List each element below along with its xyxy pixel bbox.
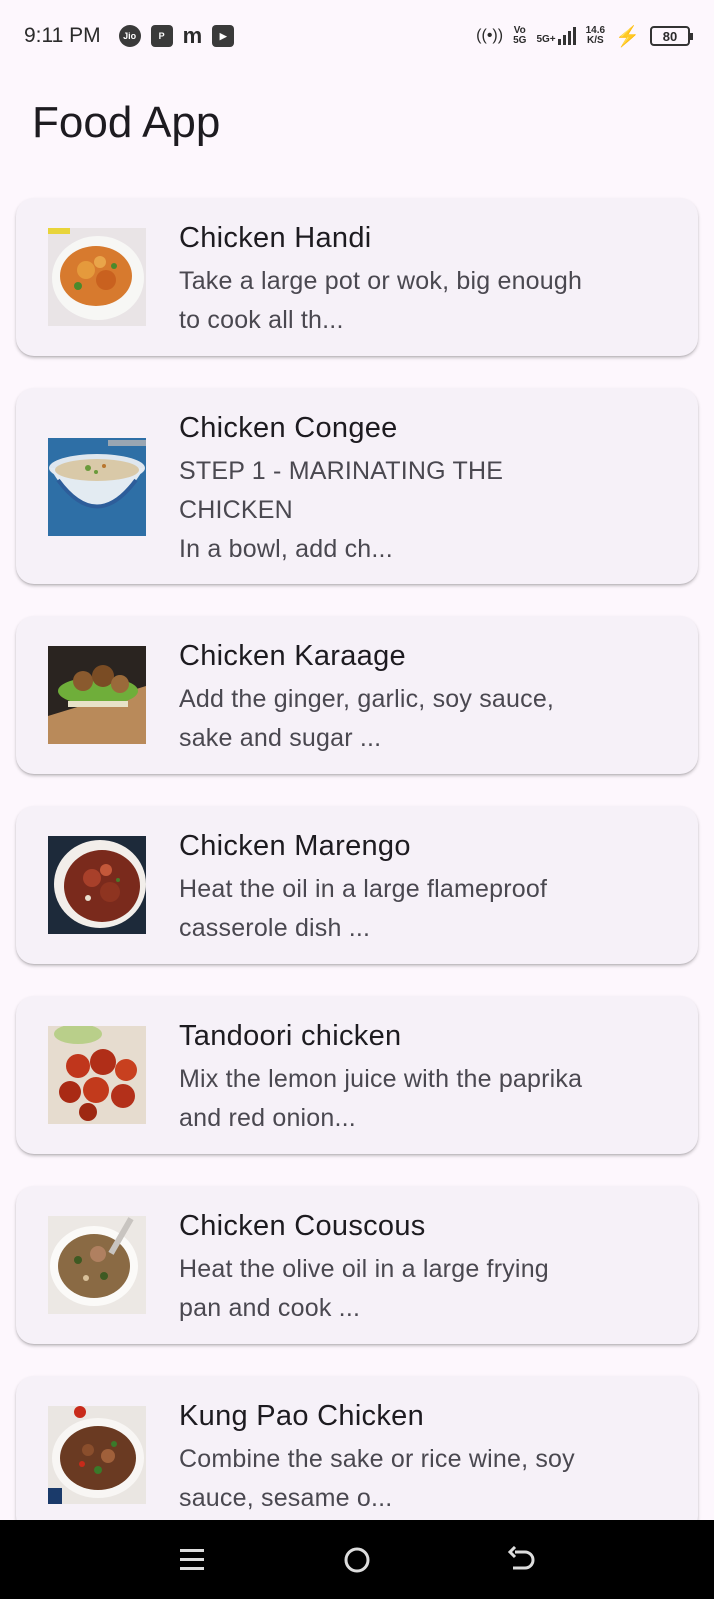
volte-indicator: Vo 5G [513, 26, 526, 46]
speed-unit: K/S [587, 35, 604, 46]
chicken-congee-image [48, 438, 146, 536]
status-right: ((•)) Vo 5G 5G+ 14.6 K/S ⚡ 80 [476, 24, 693, 49]
recipe-name: Kung Pao Chicken [179, 1400, 425, 1432]
recipe-description: Mix the lemon juice with the paprika and… [179, 1065, 583, 1132]
jio-icon: Jio [118, 25, 141, 47]
recipe-name: Chicken Handi [179, 222, 372, 254]
recipe-card[interactable]: Chicken Handi Take a large pot or wok, b… [16, 198, 698, 356]
recipe-description: Heat the olive oil in a large frying pan… [179, 1255, 549, 1322]
recipe-text: Tandoori chicken Mix the lemon juice wit… [179, 1018, 678, 1138]
volte-5g-label: 5G [513, 35, 527, 46]
back-icon[interactable] [502, 1540, 542, 1580]
recipe-description: Heat the oil in a large flameproof casse… [179, 875, 548, 942]
chicken-karaage-image [48, 646, 146, 744]
system-nav-bar [0, 1520, 714, 1599]
paytm-icon: P [150, 25, 173, 47]
recipe-text: Chicken Marengo Heat the oil in a large … [179, 828, 678, 948]
home-icon[interactable] [337, 1540, 377, 1580]
signal-type: 5G+ [536, 34, 556, 45]
signal-bars-icon [557, 27, 576, 45]
recipe-name: Chicken Karaage [179, 640, 406, 672]
recipe-text: Chicken Handi Take a large pot or wok, b… [179, 220, 678, 340]
recipe-text: Chicken Karaage Add the ginger, garlic, … [179, 638, 678, 758]
hotspot-icon: ((•)) [476, 27, 504, 44]
recipe-name: Chicken Couscous [179, 1210, 426, 1242]
m-app-icon: m [182, 23, 203, 48]
recipe-description: Add the ginger, garlic, soy sauce, sake … [179, 685, 555, 752]
recipe-text: Chicken Couscous Heat the olive oil in a… [179, 1208, 678, 1328]
status-time: 9:11 PM [24, 24, 101, 47]
chicken-handi-image [48, 228, 146, 326]
status-left: 9:11 PM Jio P m ▶ [24, 23, 235, 49]
kung-pao-chicken-image [48, 1406, 146, 1504]
recipe-text: Chicken Congee STEP 1 - MARINATING THE C… [179, 410, 678, 569]
page-title: Food App [32, 98, 221, 147]
recipe-card[interactable]: Chicken Congee STEP 1 - MARINATING THE C… [16, 388, 698, 584]
status-bar: 9:11 PM Jio P m ▶ ((•)) Vo 5G 5G+ 14.6 K… [0, 0, 714, 72]
recipe-card[interactable]: Tandoori chicken Mix the lemon juice wit… [16, 996, 698, 1154]
chicken-couscous-image [48, 1216, 146, 1314]
menu-icon[interactable] [172, 1540, 212, 1580]
recipe-name: Chicken Congee [179, 412, 398, 444]
recipe-card[interactable]: Chicken Couscous Heat the olive oil in a… [16, 1186, 698, 1344]
battery-icon: 80 [650, 26, 693, 46]
recipe-name: Tandoori chicken [179, 1020, 402, 1052]
signal-icon: 5G+ [536, 27, 576, 45]
recipe-text: Kung Pao Chicken Combine the sake or ric… [179, 1398, 678, 1518]
tandoori-chicken-image [48, 1026, 146, 1124]
battery-level: 80 [662, 28, 678, 44]
charging-icon: ⚡ [615, 25, 640, 48]
recipe-card[interactable]: Kung Pao Chicken Combine the sake or ric… [16, 1376, 698, 1534]
recipe-description: Combine the sake or rice wine, soy sauce… [179, 1445, 575, 1512]
recipe-name: Chicken Marengo [179, 830, 411, 862]
chicken-marengo-image [48, 836, 146, 934]
recipe-description: STEP 1 - MARINATING THE CHICKEN In a bow… [179, 457, 504, 563]
recipe-description: Take a large pot or wok, big enough to c… [179, 267, 583, 334]
network-speed: 14.6 K/S [586, 26, 605, 46]
recipe-card[interactable]: Chicken Karaage Add the ginger, garlic, … [16, 616, 698, 774]
recipe-card[interactable]: Chicken Marengo Heat the oil in a large … [16, 806, 698, 964]
youtube-icon: ▶ [212, 25, 235, 47]
